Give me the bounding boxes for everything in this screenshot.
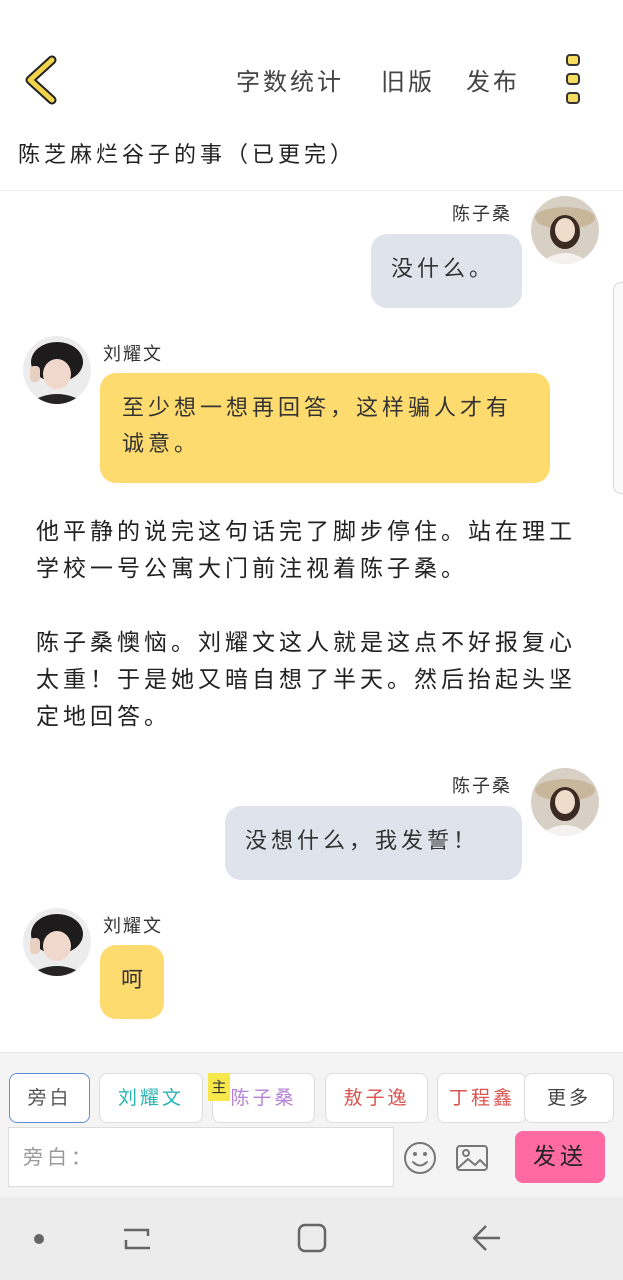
avatar-chen-zisang[interactable]	[531, 196, 599, 264]
smiley-icon	[404, 1142, 436, 1174]
recent-apps-icon	[124, 1228, 150, 1250]
chat-bubble[interactable]: 呵	[100, 945, 164, 1019]
chat-bubble[interactable]: 没想什么，我发誓！	[225, 806, 522, 880]
vertical-dots-icon	[566, 54, 580, 104]
emoji-button[interactable]	[403, 1141, 437, 1175]
dot-icon	[34, 1234, 44, 1244]
image-icon	[456, 1145, 488, 1171]
avatar-liu-yaowen[interactable]	[23, 336, 91, 404]
message-input[interactable]	[8, 1127, 394, 1187]
sender-name: 陈子桑	[452, 776, 512, 797]
tab-narrator[interactable]: 旁白	[9, 1073, 90, 1123]
more-menu-button[interactable]	[556, 52, 590, 108]
narration-text: 他平静的说完这句话完了脚步停住。站在理工学校一号公寓大门前注视着陈子桑。	[36, 519, 576, 582]
home-button[interactable]	[296, 1222, 328, 1258]
main-character-badge: 主	[208, 1073, 230, 1101]
send-button[interactable]: 发送	[515, 1131, 605, 1183]
story-title: 陈芝麻烂谷子的事（已更完）	[18, 143, 357, 168]
system-navigation-bar	[0, 1197, 623, 1280]
publish-button[interactable]: 发布	[466, 62, 520, 97]
tab-liu-yaowen[interactable]: 刘耀文	[99, 1073, 203, 1123]
recent-apps-button[interactable]	[122, 1224, 152, 1258]
sender-name: 刘耀文	[103, 344, 163, 365]
nav-back-button[interactable]	[470, 1222, 502, 1258]
chevron-left-icon	[25, 55, 57, 105]
chat-bubble[interactable]: 没什么。	[371, 234, 522, 308]
back-arrow-icon	[472, 1225, 500, 1251]
sender-name: 陈子桑	[452, 204, 512, 225]
old-version-button[interactable]: 旧版	[381, 62, 435, 97]
sender-name: 刘耀文	[103, 916, 163, 937]
home-square-icon	[297, 1223, 327, 1253]
word-count-button[interactable]: 字数统计	[236, 62, 344, 97]
narration-text: 陈子桑懊恼。刘耀文这人就是这点不好报复心太重！于是她又暗自想了半天。然后抬起头坚…	[36, 630, 576, 730]
avatar-chen-zisang[interactable]	[531, 768, 599, 836]
back-button[interactable]	[18, 52, 68, 108]
image-button[interactable]	[455, 1141, 489, 1175]
scroll-handle[interactable]	[613, 282, 623, 494]
tab-ding-chengxin[interactable]: 丁程鑫	[437, 1073, 527, 1123]
tab-ao-ziyi[interactable]: 敖子逸	[325, 1073, 428, 1123]
tab-more[interactable]: 更多	[524, 1073, 614, 1123]
avatar-liu-yaowen[interactable]	[23, 908, 91, 976]
chat-bubble[interactable]: 至少想一想再回答，这样骗人才有诚意。	[100, 373, 550, 483]
